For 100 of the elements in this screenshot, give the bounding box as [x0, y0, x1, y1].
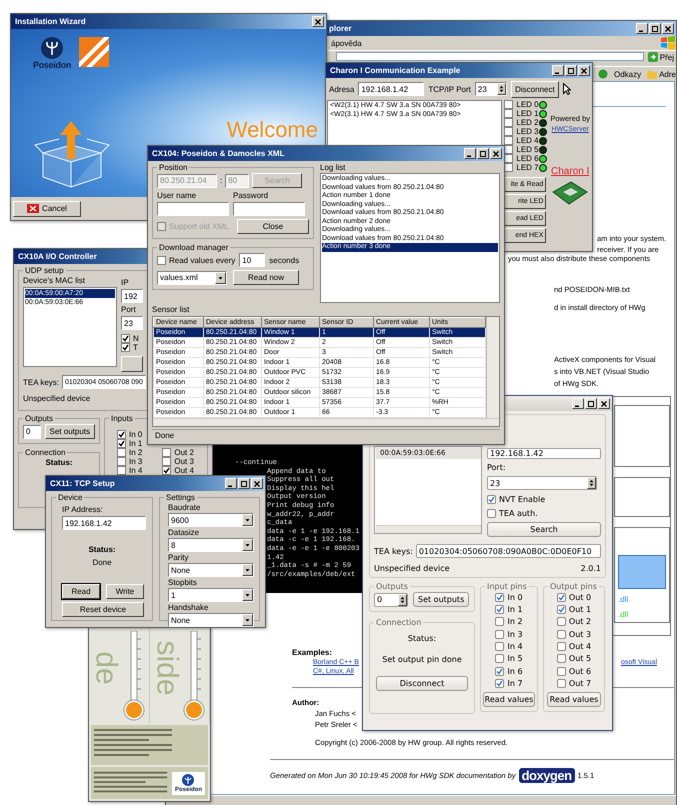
close-button[interactable]	[578, 65, 590, 76]
set-outputs-button[interactable]: Set outputs	[413, 592, 470, 607]
close-button[interactable]: Close	[237, 219, 309, 234]
status-text: Done	[92, 558, 112, 567]
checkbox[interactable]	[121, 334, 130, 343]
minimize-button[interactable]	[636, 23, 648, 34]
checkbox[interactable]	[162, 466, 172, 475]
close-button[interactable]	[312, 16, 324, 27]
address-button[interactable]: Adre	[647, 70, 676, 78]
checkbox[interactable]	[504, 127, 514, 136]
checkbox[interactable]	[556, 630, 566, 639]
close-button[interactable]	[598, 398, 610, 409]
checkbox[interactable]	[504, 109, 514, 118]
checkbox[interactable]	[556, 654, 566, 664]
checkbox[interactable]	[556, 592, 566, 602]
welcome-heading: Welcome	[226, 117, 318, 143]
input-field[interactable]: 192.168.1.42	[62, 516, 146, 530]
close-icon	[254, 480, 260, 486]
links-button[interactable]: Odkazy	[614, 70, 642, 78]
checkbox[interactable]	[495, 666, 504, 676]
input-field[interactable]	[157, 202, 229, 216]
read-button[interactable]: Read	[62, 584, 100, 599]
checkbox[interactable]	[487, 494, 496, 504]
read-now-button[interactable]: Read now	[233, 270, 299, 285]
write-button[interactable]: Write	[106, 584, 144, 599]
checkbox[interactable]	[556, 604, 566, 614]
thermometer-icon	[122, 631, 144, 721]
checkbox[interactable]	[157, 256, 166, 264]
checkbox[interactable]	[556, 679, 566, 688]
checkbox[interactable]	[495, 679, 504, 688]
maximize-button[interactable]	[585, 398, 597, 409]
go-button[interactable]: Přej	[648, 52, 674, 62]
disconnect-button[interactable]: Disconnect	[376, 676, 468, 691]
input-field[interactable]: 0	[23, 424, 41, 438]
minimize-button[interactable]	[572, 398, 584, 409]
dropdown[interactable]: None	[168, 613, 254, 627]
maximize-button[interactable]	[565, 65, 577, 76]
checkbox-label: In 2	[129, 448, 142, 457]
spin-box[interactable]: 23	[487, 476, 597, 490]
dropdown[interactable]: 8	[168, 538, 254, 552]
button[interactable]	[121, 356, 143, 372]
close-button[interactable]	[490, 148, 502, 159]
reset-device-button[interactable]: Reset device	[62, 602, 144, 617]
checkbox[interactable]	[556, 617, 566, 626]
maximize-button[interactable]	[238, 478, 250, 489]
address-field[interactable]	[336, 52, 644, 61]
checkbox[interactable]	[117, 457, 126, 466]
close-button[interactable]	[662, 23, 674, 34]
checkbox[interactable]	[162, 457, 172, 466]
checkbox[interactable]	[121, 343, 130, 352]
disconnect-button[interactable]: Disconnect	[510, 80, 559, 98]
minimize-button[interactable]	[464, 148, 476, 159]
dropdown[interactable]: values.xml	[157, 270, 227, 284]
field-label: Datasize	[168, 528, 200, 537]
checkbox[interactable]	[495, 592, 504, 602]
checkbox[interactable]	[504, 136, 514, 145]
input-field[interactable]	[233, 202, 305, 216]
checkbox[interactable]	[487, 508, 496, 518]
checkbox[interactable]	[495, 630, 504, 639]
cancel-button[interactable]: Cancel	[13, 200, 81, 216]
checkbox[interactable]	[495, 642, 504, 652]
checkbox-label: In 6	[507, 666, 523, 676]
close-button[interactable]	[251, 478, 263, 489]
checkbox[interactable]	[495, 604, 504, 614]
checkbox[interactable]	[495, 654, 504, 664]
checkbox[interactable]	[504, 100, 514, 109]
checkbox[interactable]	[162, 448, 172, 457]
checkbox[interactable]	[117, 439, 126, 448]
checkbox[interactable]	[504, 118, 514, 127]
spin-box[interactable]: 23	[474, 82, 507, 96]
field-label: Password	[233, 191, 268, 200]
input-field[interactable]: 23	[121, 316, 143, 330]
dropdown[interactable]: 9600	[168, 513, 254, 527]
checkbox[interactable]	[495, 617, 504, 626]
input-field[interactable]: 192	[121, 289, 143, 303]
group-label: UDP setup	[24, 266, 65, 275]
checkbox[interactable]	[117, 430, 126, 439]
minimize-button[interactable]	[225, 478, 237, 489]
dropdown[interactable]: None	[168, 563, 254, 577]
dropdown[interactable]: 1	[168, 588, 254, 602]
input-field[interactable]: 192.168.1.42	[487, 448, 601, 459]
checkbox[interactable]	[117, 448, 126, 457]
checkbox[interactable]	[556, 642, 566, 652]
menu-item[interactable]: ápověda	[331, 38, 362, 48]
checkbox-label: In 1	[507, 604, 523, 614]
search-button[interactable]: Search	[487, 522, 601, 537]
read-values-button[interactable]: Read values	[483, 692, 535, 707]
spin-box[interactable]: 0	[374, 592, 408, 606]
status-label: Status:	[408, 634, 436, 643]
checkbox[interactable]	[556, 666, 566, 676]
maximize-button[interactable]	[477, 148, 489, 159]
input-field[interactable]: 192.168.1.42	[358, 82, 424, 96]
maximize-button[interactable]	[649, 23, 661, 34]
set-outputs-button[interactable]: Set outputs	[44, 424, 95, 439]
read-values-button[interactable]: Read values	[547, 692, 601, 707]
minimize-button[interactable]	[552, 65, 564, 76]
list-box[interactable]	[320, 173, 500, 303]
input-field[interactable]: 01020304:05060708:090A0B0C:0D0E0F10	[416, 544, 601, 558]
input-field[interactable]: 10	[239, 253, 266, 267]
checkbox[interactable]	[117, 466, 126, 475]
